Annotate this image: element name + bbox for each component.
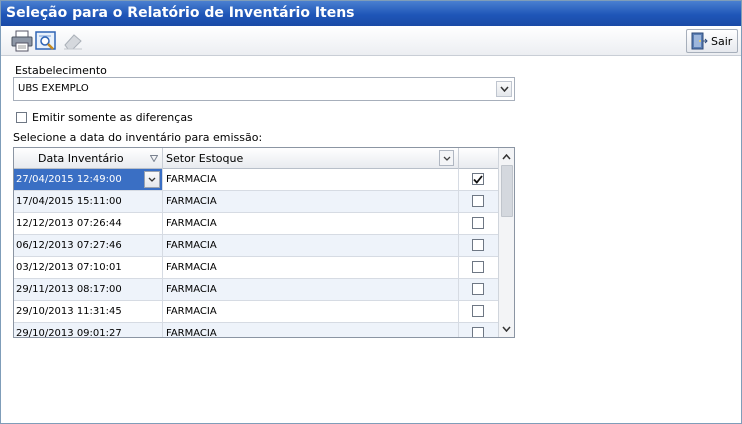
- eraser-icon: [64, 34, 82, 50]
- window-title: Seleção para o Relatório de Inventário I…: [1, 1, 741, 26]
- sector-cell[interactable]: FARMACIA: [163, 323, 459, 337]
- exit-door-icon: [691, 32, 708, 50]
- table-row[interactable]: 29/10/2013 11:31:45 FARMACIA: [14, 301, 498, 323]
- column-header-date[interactable]: Data Inventário: [14, 148, 163, 169]
- select-cell[interactable]: [459, 323, 498, 337]
- exit-button-label: Sair: [711, 34, 733, 48]
- sector-filter-button[interactable]: [439, 150, 454, 166]
- date-cell[interactable]: 29/10/2013 11:31:45: [14, 301, 163, 322]
- date-cell[interactable]: 12/12/2013 07:26:44: [14, 213, 163, 234]
- date-cell[interactable]: 29/11/2013 08:17:00: [14, 279, 163, 300]
- select-cell[interactable]: [459, 213, 498, 234]
- row-checkbox[interactable]: [472, 195, 484, 207]
- chevron-down-icon: [148, 177, 156, 182]
- exit-button[interactable]: Sair: [686, 29, 738, 53]
- scroll-thumb[interactable]: [501, 165, 513, 217]
- select-cell[interactable]: [459, 257, 498, 278]
- row-checkbox[interactable]: [472, 327, 484, 337]
- sort-filter-icon[interactable]: [150, 155, 158, 162]
- select-cell[interactable]: [459, 301, 498, 322]
- sector-cell[interactable]: FARMACIA: [163, 169, 459, 190]
- table-row[interactable]: 27/04/2015 12:49:00 FARMACIA: [14, 169, 498, 191]
- column-header-select: [459, 148, 498, 169]
- row-checkbox[interactable]: [472, 239, 484, 251]
- table-row[interactable]: 03/12/2013 07:10:01 FARMACIA: [14, 257, 498, 279]
- sector-cell[interactable]: FARMACIA: [163, 301, 459, 322]
- chevron-down-icon: [499, 86, 509, 92]
- establishment-label: Estabelecimento: [15, 64, 107, 77]
- select-cell[interactable]: [459, 235, 498, 256]
- toolbar: Sair: [1, 26, 741, 56]
- column-header-sector-label: Setor Estoque: [166, 152, 244, 165]
- select-date-label: Selecione a data do inventário para emis…: [13, 131, 263, 144]
- sector-cell[interactable]: FARMACIA: [163, 213, 459, 234]
- table-row[interactable]: 29/11/2013 08:17:00 FARMACIA: [14, 279, 498, 301]
- report-selection-window: Seleção para o Relatório de Inventário I…: [0, 0, 742, 424]
- sector-cell[interactable]: FARMACIA: [163, 279, 459, 300]
- establishment-select[interactable]: UBS EXEMPLO: [13, 77, 515, 101]
- grid-vertical-scrollbar[interactable]: [498, 148, 514, 337]
- only-differences-checkbox[interactable]: [16, 112, 27, 123]
- date-cell[interactable]: 03/12/2013 07:10:01: [14, 257, 163, 278]
- grid-header: Data Inventário Setor Estoque: [14, 148, 498, 169]
- date-cell-dropdown[interactable]: [144, 171, 160, 188]
- sector-cell[interactable]: FARMACIA: [163, 235, 459, 256]
- only-differences-label: Emitir somente as diferenças: [32, 111, 193, 124]
- table-row[interactable]: 12/12/2013 07:26:44 FARMACIA: [14, 213, 498, 235]
- table-row[interactable]: 06/12/2013 07:27:46 FARMACIA: [14, 235, 498, 257]
- table-row[interactable]: 29/10/2013 09:01:27 FARMACIA: [14, 323, 498, 337]
- row-checkbox[interactable]: [472, 305, 484, 317]
- printer-icon: [11, 30, 33, 52]
- scroll-down-button[interactable]: [499, 321, 514, 336]
- grid-rows: 27/04/2015 12:49:00 FARMACIA 17/04/2015 …: [14, 169, 498, 337]
- date-cell[interactable]: 06/12/2013 07:27:46: [14, 235, 163, 256]
- select-cell[interactable]: [459, 169, 498, 190]
- row-checkbox[interactable]: [472, 217, 484, 229]
- date-cell[interactable]: 17/04/2015 15:11:00: [14, 191, 163, 212]
- column-header-date-label: Data Inventário: [38, 152, 124, 165]
- chevron-down-icon: [443, 156, 450, 161]
- date-cell[interactable]: 29/10/2013 09:01:27: [14, 323, 163, 337]
- row-checkbox[interactable]: [472, 261, 484, 273]
- date-cell[interactable]: 27/04/2015 12:49:00: [14, 169, 163, 190]
- inventory-grid: Data Inventário Setor Estoque 27/04/2015…: [13, 147, 515, 338]
- table-row[interactable]: 17/04/2015 15:11:00 FARMACIA: [14, 191, 498, 213]
- sector-cell[interactable]: FARMACIA: [163, 257, 459, 278]
- scroll-up-button[interactable]: [499, 149, 514, 164]
- print-preview-icon: [35, 31, 56, 50]
- row-checkbox[interactable]: [472, 173, 484, 185]
- select-cell[interactable]: [459, 279, 498, 300]
- clear-button[interactable]: [61, 29, 85, 53]
- date-value: 27/04/2015 12:49:00: [16, 174, 122, 185]
- column-header-sector[interactable]: Setor Estoque: [163, 148, 459, 169]
- establishment-value: UBS EXEMPLO: [18, 83, 89, 94]
- establishment-dropdown-arrow[interactable]: [496, 81, 512, 97]
- sector-cell[interactable]: FARMACIA: [163, 191, 459, 212]
- row-checkbox[interactable]: [472, 283, 484, 295]
- print-button[interactable]: [9, 29, 35, 53]
- checkmark-icon: [473, 174, 483, 184]
- chevron-down-icon: [502, 326, 511, 332]
- select-cell[interactable]: [459, 191, 498, 212]
- chevron-up-icon: [502, 153, 511, 159]
- print-preview-button[interactable]: [34, 29, 58, 53]
